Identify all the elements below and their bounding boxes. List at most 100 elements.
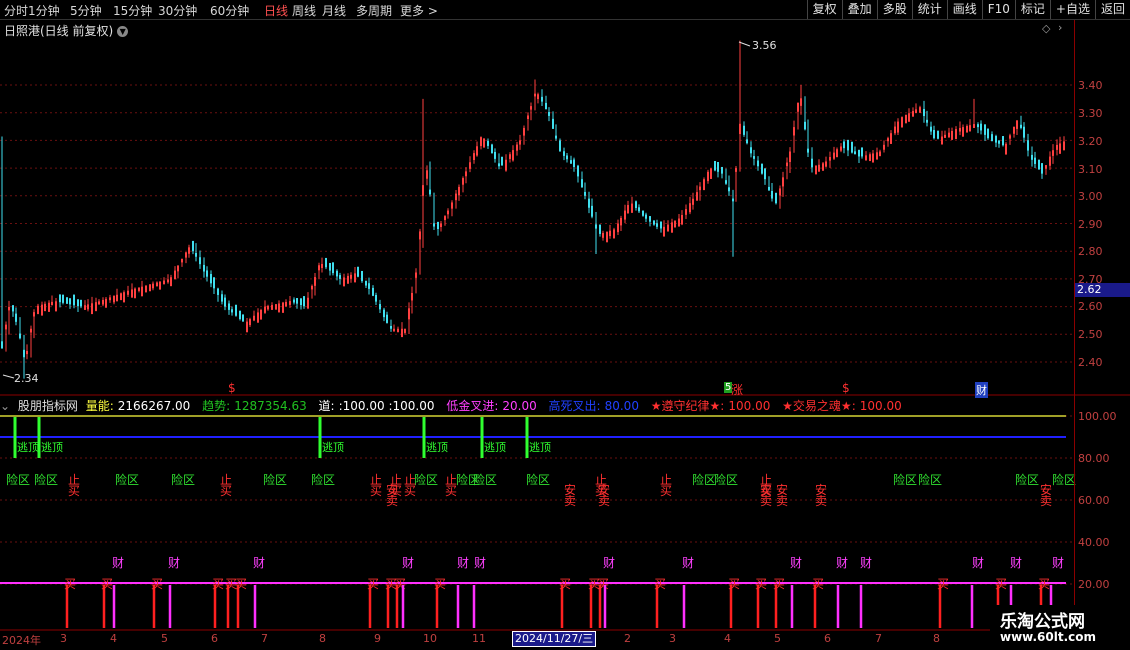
candle-body: [905, 114, 907, 124]
candle-body: [69, 298, 71, 305]
candle-body: [311, 285, 313, 290]
candle-body: [581, 179, 583, 188]
candle-body: [476, 146, 478, 156]
candle-body: [854, 151, 856, 155]
candle-body: [584, 191, 586, 196]
candle-body: [426, 170, 428, 179]
candle-body: [1052, 150, 1054, 156]
month-label: 9: [374, 632, 381, 645]
price-tick: 2.50: [1078, 328, 1103, 341]
candle-body: [473, 153, 475, 161]
candle-body: [1031, 154, 1033, 160]
candle-body: [267, 305, 269, 310]
candle-body: [743, 125, 745, 135]
fortune-label: 财: [790, 556, 802, 570]
candle-body: [1034, 157, 1036, 164]
indicator-name[interactable]: 股朋指标网: [18, 399, 78, 413]
candle-body: [753, 156, 755, 159]
buy-label: 买: [404, 484, 416, 498]
candle-body: [858, 149, 860, 157]
candle-body: [894, 126, 896, 134]
candle-body: [890, 133, 892, 144]
candle-body: [771, 190, 773, 199]
candle-body: [1013, 126, 1015, 134]
candle-body: [699, 186, 701, 191]
month-label: 3: [60, 632, 67, 645]
candle-body: [321, 263, 323, 269]
field-high-cross: 高死叉出: 80.00: [548, 399, 639, 413]
candle-body: [458, 186, 460, 196]
candle-body: [51, 301, 53, 306]
field-low-cross: 低金叉进: 20.00: [446, 399, 537, 413]
candle-body: [23, 349, 25, 358]
candle-body: [48, 302, 50, 312]
escape-label: 逃顶: [529, 441, 551, 454]
indicator-collapse-icon[interactable]: ⌄: [0, 399, 10, 413]
candle-body: [984, 124, 986, 135]
candle-body: [73, 294, 75, 306]
candle-body: [617, 223, 619, 233]
candle-body: [599, 224, 601, 234]
candle-body: [491, 144, 493, 154]
candle-body: [962, 127, 964, 137]
candle-body: [239, 310, 241, 320]
fortune-marker: 财: [975, 382, 988, 398]
candle-body: [721, 166, 723, 174]
candle-body: [95, 302, 97, 312]
candle-body: [8, 306, 10, 311]
candle-body: [793, 127, 795, 136]
month-label: 10: [423, 632, 437, 645]
candle-body: [728, 187, 730, 192]
candle-body: [123, 292, 125, 303]
high-pointer: [738, 41, 751, 47]
candle-body: [37, 305, 39, 315]
candle-body: [437, 221, 439, 230]
candle-body: [440, 223, 442, 228]
price-tick: 2.90: [1078, 218, 1103, 231]
candle-body: [415, 272, 417, 278]
candle-body: [689, 203, 691, 213]
candle-body: [933, 129, 935, 139]
candle-body: [357, 266, 359, 277]
watermark-url: www.60lt.com: [1000, 630, 1097, 644]
candle-body: [710, 168, 712, 179]
candle-body: [354, 273, 356, 283]
fortune-label: 财: [402, 556, 414, 570]
candle-body: [361, 270, 363, 282]
candle-body: [397, 328, 399, 333]
candle-body: [717, 162, 719, 172]
stock-chart[interactable]: 逃顶 逃顶 逃顶 逃顶 逃顶 逃顶险区 险区 险区 险区 险区 险区 险区 险区险区 险区 险区险区 险区 险区…: [0, 0, 1130, 650]
field-soul: ★交易之魂★: 100.00: [782, 399, 902, 413]
candle-body: [887, 138, 889, 142]
candle-body: [278, 303, 280, 313]
candle-body: [782, 177, 784, 187]
candle-body: [210, 274, 212, 284]
indicator-header: ⌄ 股朋指标网 量能: 2166267.00 趋势: 1287354.63 道::1…: [0, 397, 910, 413]
sell-label: 卖: [564, 494, 576, 508]
candle-body: [966, 125, 968, 133]
month-label: 5: [774, 632, 781, 645]
danger-zone-label: 险区: [414, 472, 438, 487]
candle-body: [847, 139, 849, 151]
candle-body: [861, 147, 863, 157]
candle-body: [30, 328, 32, 333]
candle-body: [660, 221, 662, 229]
low-price-label: 2.34: [14, 372, 39, 385]
field-trend: 趋势: 1287354.63: [202, 399, 307, 413]
candle-body: [779, 188, 781, 196]
candle-body: [998, 140, 1000, 144]
candle-body: [512, 150, 514, 161]
month-label: 5: [161, 632, 168, 645]
candle-body: [444, 216, 446, 221]
buy-signal-label: 买: [235, 577, 247, 591]
buy-label: 买: [660, 484, 672, 498]
candle-body: [314, 277, 316, 286]
candle-body: [663, 226, 665, 237]
candle-body: [969, 125, 971, 132]
candle-body: [591, 205, 593, 217]
dollar-marker: $: [228, 381, 236, 395]
candle-body: [624, 210, 626, 220]
fortune-label: 财: [972, 556, 984, 570]
candle-body: [134, 288, 136, 299]
candle-body: [505, 159, 507, 171]
